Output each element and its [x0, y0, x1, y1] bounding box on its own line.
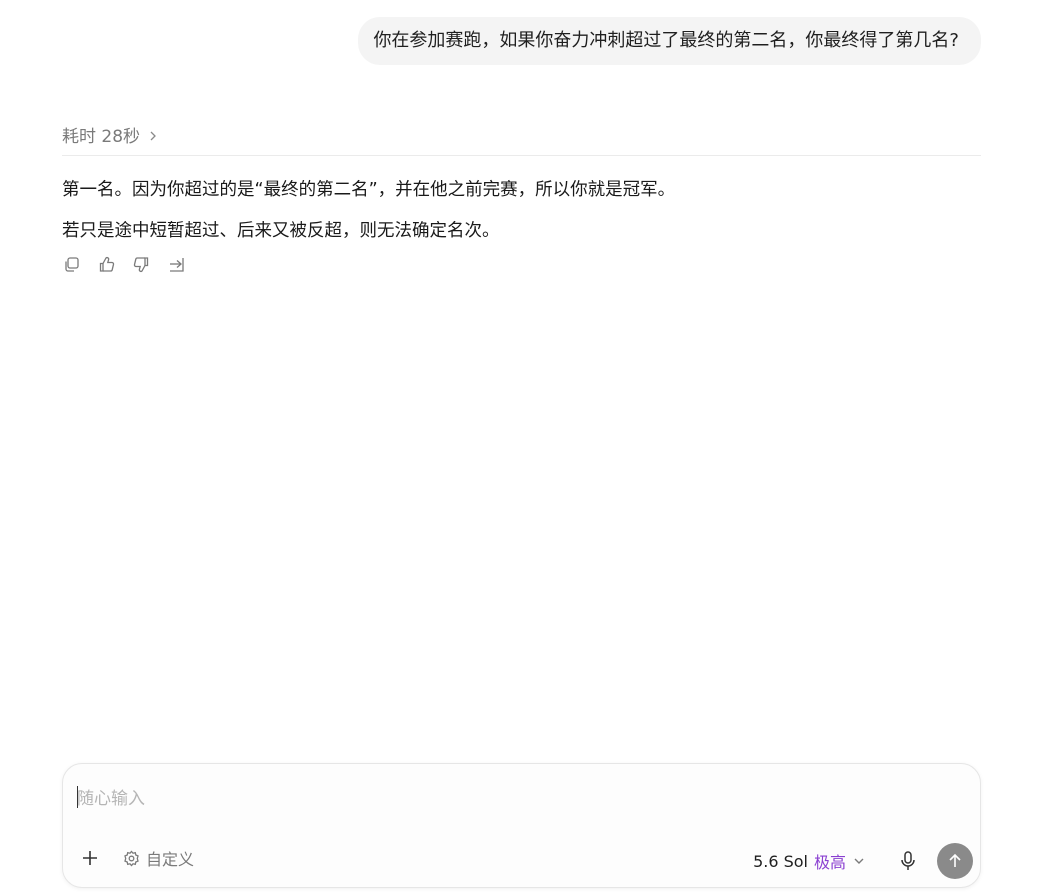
chevron-right-icon [148, 127, 158, 141]
answer-paragraph: 第一名。因为你超过的是“最终的第二名”，并在他之前完赛，所以你就是冠军。 [62, 180, 676, 200]
thumbs-up-icon[interactable] [97, 255, 116, 274]
model-effort-level: 极高 [813, 853, 846, 872]
answer-paragraph: 若只是途中短暂超过、后来又被反超，则无法确定名次。 [62, 221, 500, 241]
thumbs-down-icon[interactable] [132, 255, 151, 274]
composer-left-tools: 自定义 [81, 846, 194, 870]
message-actions [62, 255, 186, 274]
gear-icon [124, 850, 139, 866]
message-composer: 自定义 5.6 Sol 极高 [62, 763, 981, 888]
plus-icon[interactable] [81, 849, 99, 867]
chat-page: 你在参加赛跑，如果你奋力冲刺超过了最终的第二名，你最终得了第几名? 耗时 28秒… [0, 0, 1062, 895]
model-selector[interactable]: 5.6 Sol 极高 [753, 849, 865, 873]
microphone-icon[interactable] [898, 850, 918, 872]
message-input[interactable] [77, 784, 957, 814]
send-button[interactable] [937, 843, 973, 879]
chevron-down-icon [854, 858, 864, 864]
copy-icon[interactable] [62, 255, 81, 274]
customize-button[interactable]: 自定义 [123, 846, 194, 870]
thinking-duration-label: 耗时 28秒 [62, 127, 141, 147]
user-message-bubble: 你在参加赛跑，如果你奋力冲刺超过了最终的第二名，你最终得了第几名? [358, 17, 981, 65]
user-message-row: 你在参加赛跑，如果你奋力冲刺超过了最终的第二名，你最终得了第几名? [358, 17, 981, 65]
share-icon[interactable] [167, 255, 186, 274]
customize-label: 自定义 [146, 850, 195, 869]
thinking-toggle[interactable]: 耗时 28秒 [62, 122, 981, 156]
assistant-answer: 第一名。因为你超过的是“最终的第二名”，并在他之前完赛，所以你就是冠军。 若只是… [62, 176, 675, 245]
text-caret [77, 786, 78, 808]
composer-right-tools: 5.6 Sol 极高 [753, 843, 973, 879]
model-name: 5.6 Sol [753, 851, 808, 871]
arrow-up-icon [949, 853, 961, 867]
